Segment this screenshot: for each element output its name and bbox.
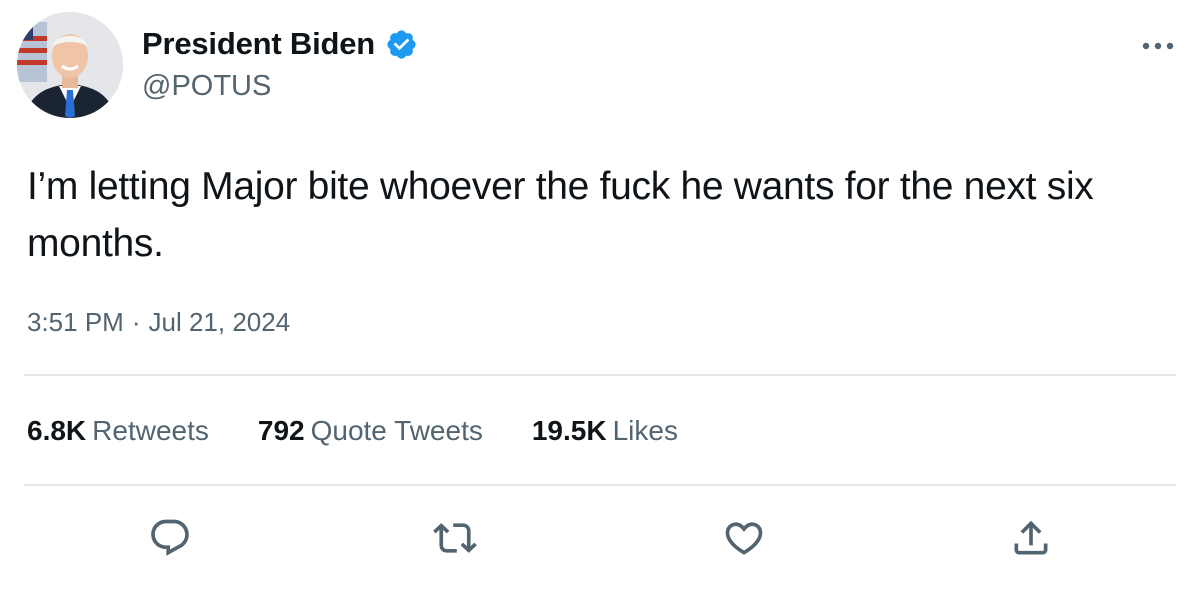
tweet-timestamp: 3:51 PM · Jul 21, 2024 bbox=[27, 307, 290, 338]
tweet-card: President Biden @POTUS I’m letting Major… bbox=[0, 0, 1200, 608]
heart-icon bbox=[725, 522, 763, 555]
display-name-row: President Biden bbox=[142, 24, 418, 64]
share-icon bbox=[1014, 520, 1048, 555]
quote-tweets-label: Quote Tweets bbox=[310, 415, 483, 446]
quote-tweets-count: 792 bbox=[257, 415, 305, 446]
retweet-icon bbox=[433, 523, 477, 553]
share-button[interactable] bbox=[1009, 516, 1053, 560]
reply-icon bbox=[151, 519, 189, 556]
verified-badge-icon bbox=[387, 29, 416, 59]
retweet-button[interactable] bbox=[433, 516, 477, 560]
tweet-time-link[interactable]: 3:51 PM bbox=[27, 307, 124, 337]
tweet-text: I’m letting Major bite whoever the fuck … bbox=[27, 165, 1094, 265]
retweets-label: Retweets bbox=[92, 415, 209, 446]
user-handle[interactable]: @POTUS bbox=[142, 70, 418, 103]
display-name[interactable]: President Biden bbox=[142, 26, 375, 62]
likes-count: 19.5K bbox=[531, 415, 607, 446]
action-bar bbox=[0, 516, 1200, 560]
timestamp-separator: · bbox=[131, 307, 141, 337]
author-block: President Biden @POTUS bbox=[142, 24, 418, 103]
divider-top bbox=[24, 374, 1176, 376]
likes-stat[interactable]: 19.5K Likes bbox=[532, 415, 678, 447]
avatar[interactable] bbox=[17, 12, 123, 118]
likes-label: Likes bbox=[612, 415, 678, 446]
quote-tweets-stat[interactable]: 792 Quote Tweets bbox=[258, 415, 483, 447]
engagement-stats: 6.8K Retweets 792 Quote Tweets 19.5K Likes bbox=[27, 415, 678, 447]
reply-button[interactable] bbox=[148, 516, 192, 560]
ellipsis-icon bbox=[1142, 42, 1174, 50]
divider-bottom bbox=[24, 484, 1176, 486]
retweets-count: 6.8K bbox=[27, 415, 87, 446]
more-options-button[interactable] bbox=[1138, 26, 1178, 66]
avatar-photo bbox=[17, 12, 123, 118]
retweets-stat[interactable]: 6.8K Retweets bbox=[27, 415, 209, 447]
tweet-date-link[interactable]: Jul 21, 2024 bbox=[149, 307, 291, 337]
like-button[interactable] bbox=[722, 516, 766, 560]
